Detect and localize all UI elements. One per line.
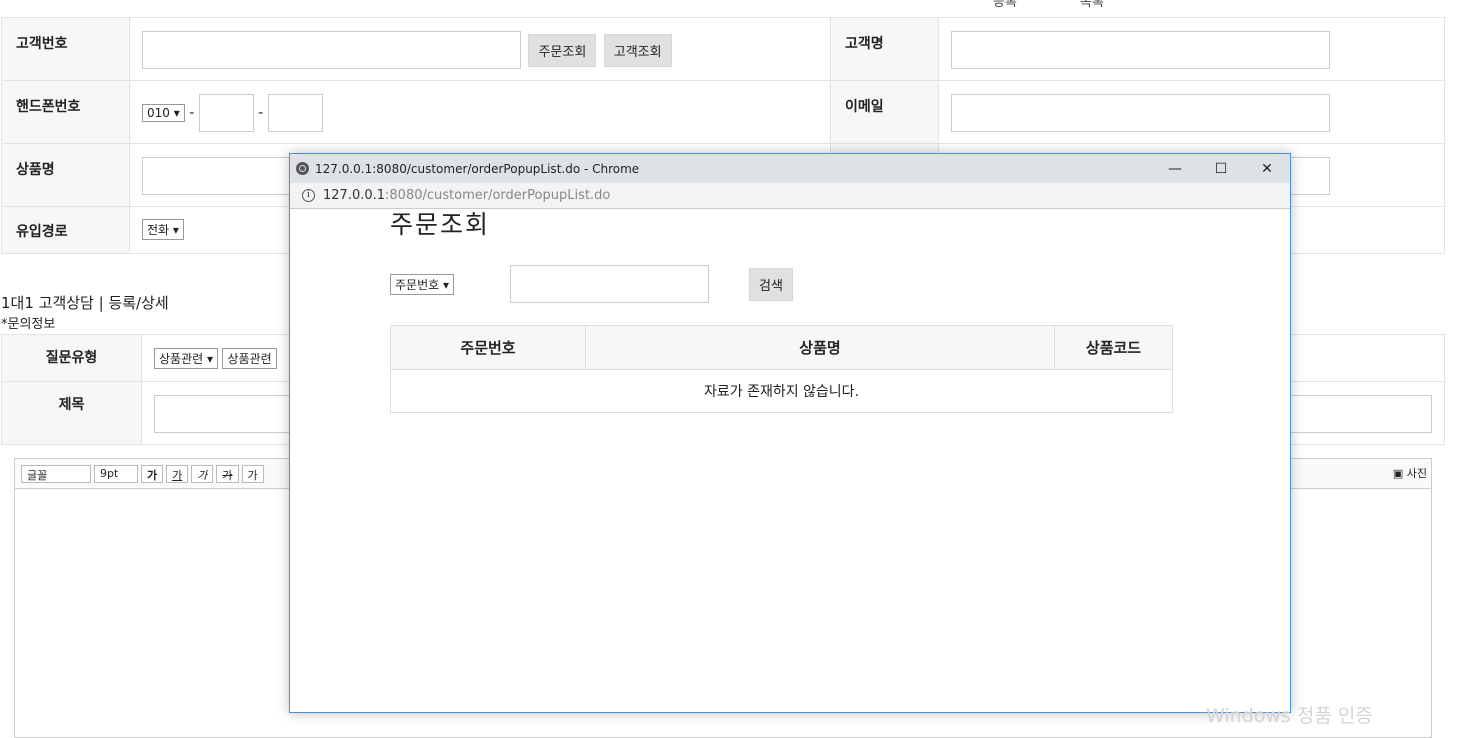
column-header-order-no: 주문번호 [390, 325, 586, 370]
customer-no-label: 고객번호 [1, 17, 130, 81]
popup-titlebar[interactable]: 127.0.0.1:8080/customer/orderPopupList.d… [290, 154, 1290, 183]
section-subtitle: *문의정보 [1, 317, 56, 332]
font-select[interactable]: 글꼴 [21, 464, 91, 483]
column-header-product-name: 상품명 [585, 325, 1055, 370]
text-color-button[interactable]: 가 [241, 464, 264, 483]
search-type-select[interactable]: 주문번호 ▾ [390, 274, 454, 295]
order-result-table: 주문번호 상품명 상품코드 자료가 존재하지 않습니다. [390, 325, 1173, 413]
order-lookup-button[interactable]: 주문조회 [528, 33, 597, 67]
globe-icon [296, 162, 309, 175]
popup-heading: 주문조회 [390, 210, 491, 239]
close-icon[interactable]: ✕ [1244, 154, 1290, 183]
search-button[interactable]: 검색 [749, 268, 793, 301]
phone-label: 핸드폰번호 [1, 80, 130, 144]
column-header-product-code: 상품코드 [1054, 325, 1173, 370]
customer-name-label: 고객명 [830, 17, 939, 81]
order-popup-window: 127.0.0.1:8080/customer/orderPopupList.d… [289, 153, 1291, 713]
strike-button[interactable]: 가 [216, 464, 239, 483]
email-label: 이메일 [830, 80, 939, 144]
phone-dash: - [189, 105, 195, 121]
customer-lookup-button[interactable]: 고객조회 [603, 33, 672, 67]
customer-name-input[interactable] [951, 31, 1330, 69]
channel-label: 유입경로 [1, 206, 130, 254]
photo-button[interactable]: ▣ 사진 [1393, 465, 1427, 481]
camera-icon: ▣ [1392, 467, 1404, 480]
search-input[interactable] [510, 265, 709, 303]
list-link-fragment[interactable]: 목록 [1080, 0, 1104, 10]
customer-no-input[interactable] [142, 31, 521, 69]
question-subtype-select[interactable]: 상품관련 [222, 348, 277, 369]
windows-activation-watermark: Windows 정품 인증 [1206, 705, 1373, 727]
bold-button[interactable]: 가 [141, 464, 164, 483]
italic-button[interactable]: 가 [191, 464, 214, 483]
minimize-icon[interactable]: — [1152, 154, 1198, 183]
address-host: 127.0.0.1 [323, 188, 386, 203]
underline-button[interactable]: 가 [166, 464, 189, 483]
info-icon[interactable]: i [302, 189, 315, 202]
register-link-fragment[interactable]: 등록 [993, 0, 1017, 10]
phone-last-input[interactable] [267, 94, 323, 132]
section-title: 1대1 고객상담 | 등록/상세 [1, 294, 169, 312]
phone-middle-input[interactable] [198, 94, 254, 132]
subject-label: 제목 [1, 381, 142, 445]
question-type-label: 질문유형 [1, 334, 142, 382]
maximize-icon[interactable]: ☐ [1198, 154, 1244, 183]
product-label: 상품명 [1, 143, 130, 207]
question-type-select[interactable]: 상품관련 ▾ [154, 348, 218, 369]
font-size-select[interactable]: 9pt [94, 464, 138, 483]
phone-dash: - [258, 105, 264, 121]
popup-title-text: 127.0.0.1:8080/customer/orderPopupList.d… [315, 161, 640, 176]
address-path: :8080/customer/orderPopupList.do [385, 188, 611, 203]
email-input[interactable] [951, 94, 1330, 132]
phone-prefix-select[interactable]: 010 ▾ [142, 104, 185, 122]
channel-select[interactable]: 전화 ▾ [142, 219, 184, 240]
empty-message: 자료가 존재하지 않습니다. [390, 369, 1173, 413]
